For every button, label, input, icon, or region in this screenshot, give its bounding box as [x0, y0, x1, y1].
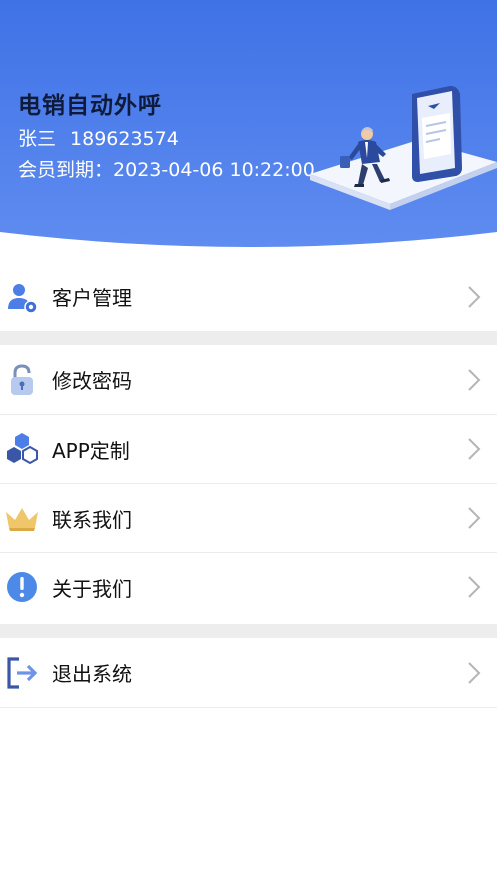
user-name: 张三: [18, 128, 57, 150]
crown-icon: [6, 508, 38, 531]
menu-label-logout: 退出系统: [52, 662, 132, 686]
info-icon: [7, 572, 37, 602]
chevron-right-icon: [468, 661, 481, 684]
menu-label-contact-us: 联系我们: [52, 507, 132, 532]
chevron-right-icon: [468, 438, 481, 460]
profile-page: 电销自动外呼 张三 189623574 会员到期：2023-04-06 10:22…: [0, 0, 497, 883]
menu-item-change-password[interactable]: 修改密码: [0, 345, 497, 414]
section-divider: [0, 331, 497, 345]
menu-label-about-us: 关于我们: [52, 576, 132, 601]
menu-item-customer-management[interactable]: 客户管理: [0, 262, 497, 331]
user-info: 张三 189623574: [18, 124, 179, 151]
profile-header: 电销自动外呼 张三 189623574 会员到期：2023-04-06 10:22…: [0, 0, 497, 262]
hexagons-icon: [7, 433, 38, 465]
menu-item-about-us[interactable]: 关于我们: [0, 552, 497, 621]
exit-icon: [7, 656, 38, 689]
menu-label-app-customize: APP定制: [52, 438, 130, 463]
user-phone: 189623574: [70, 128, 179, 150]
section-divider: [0, 624, 497, 638]
app-title: 电销自动外呼: [18, 93, 162, 119]
menu-group-customers: 客户管理: [0, 262, 497, 331]
chevron-right-icon: [468, 368, 481, 391]
chevron-right-icon: [468, 507, 481, 529]
menu-item-contact-us[interactable]: 联系我们: [0, 483, 497, 552]
menu-item-app-customize[interactable]: APP定制: [0, 414, 497, 483]
padlock-icon: [11, 363, 33, 395]
menu-group-logout: 退出系统: [0, 638, 497, 708]
expiry-label: 会员到期：: [18, 159, 114, 181]
chevron-right-icon: [468, 285, 481, 308]
expiry-value: 2023-04-06 10:22:00: [113, 159, 315, 181]
chevron-right-icon: [468, 576, 481, 598]
businessman-illustration: [310, 86, 497, 210]
membership-expiry: 会员到期：2023-04-06 10:22:00: [18, 155, 315, 182]
user-gear-icon: [8, 283, 38, 314]
menu-item-logout[interactable]: 退出系统: [0, 638, 497, 707]
menu-label-change-password: 修改密码: [52, 369, 132, 393]
menu-group-settings: 修改密码 APP定制 联系我们 关于我们: [0, 345, 497, 621]
menu-label-customer-management: 客户管理: [52, 286, 132, 310]
